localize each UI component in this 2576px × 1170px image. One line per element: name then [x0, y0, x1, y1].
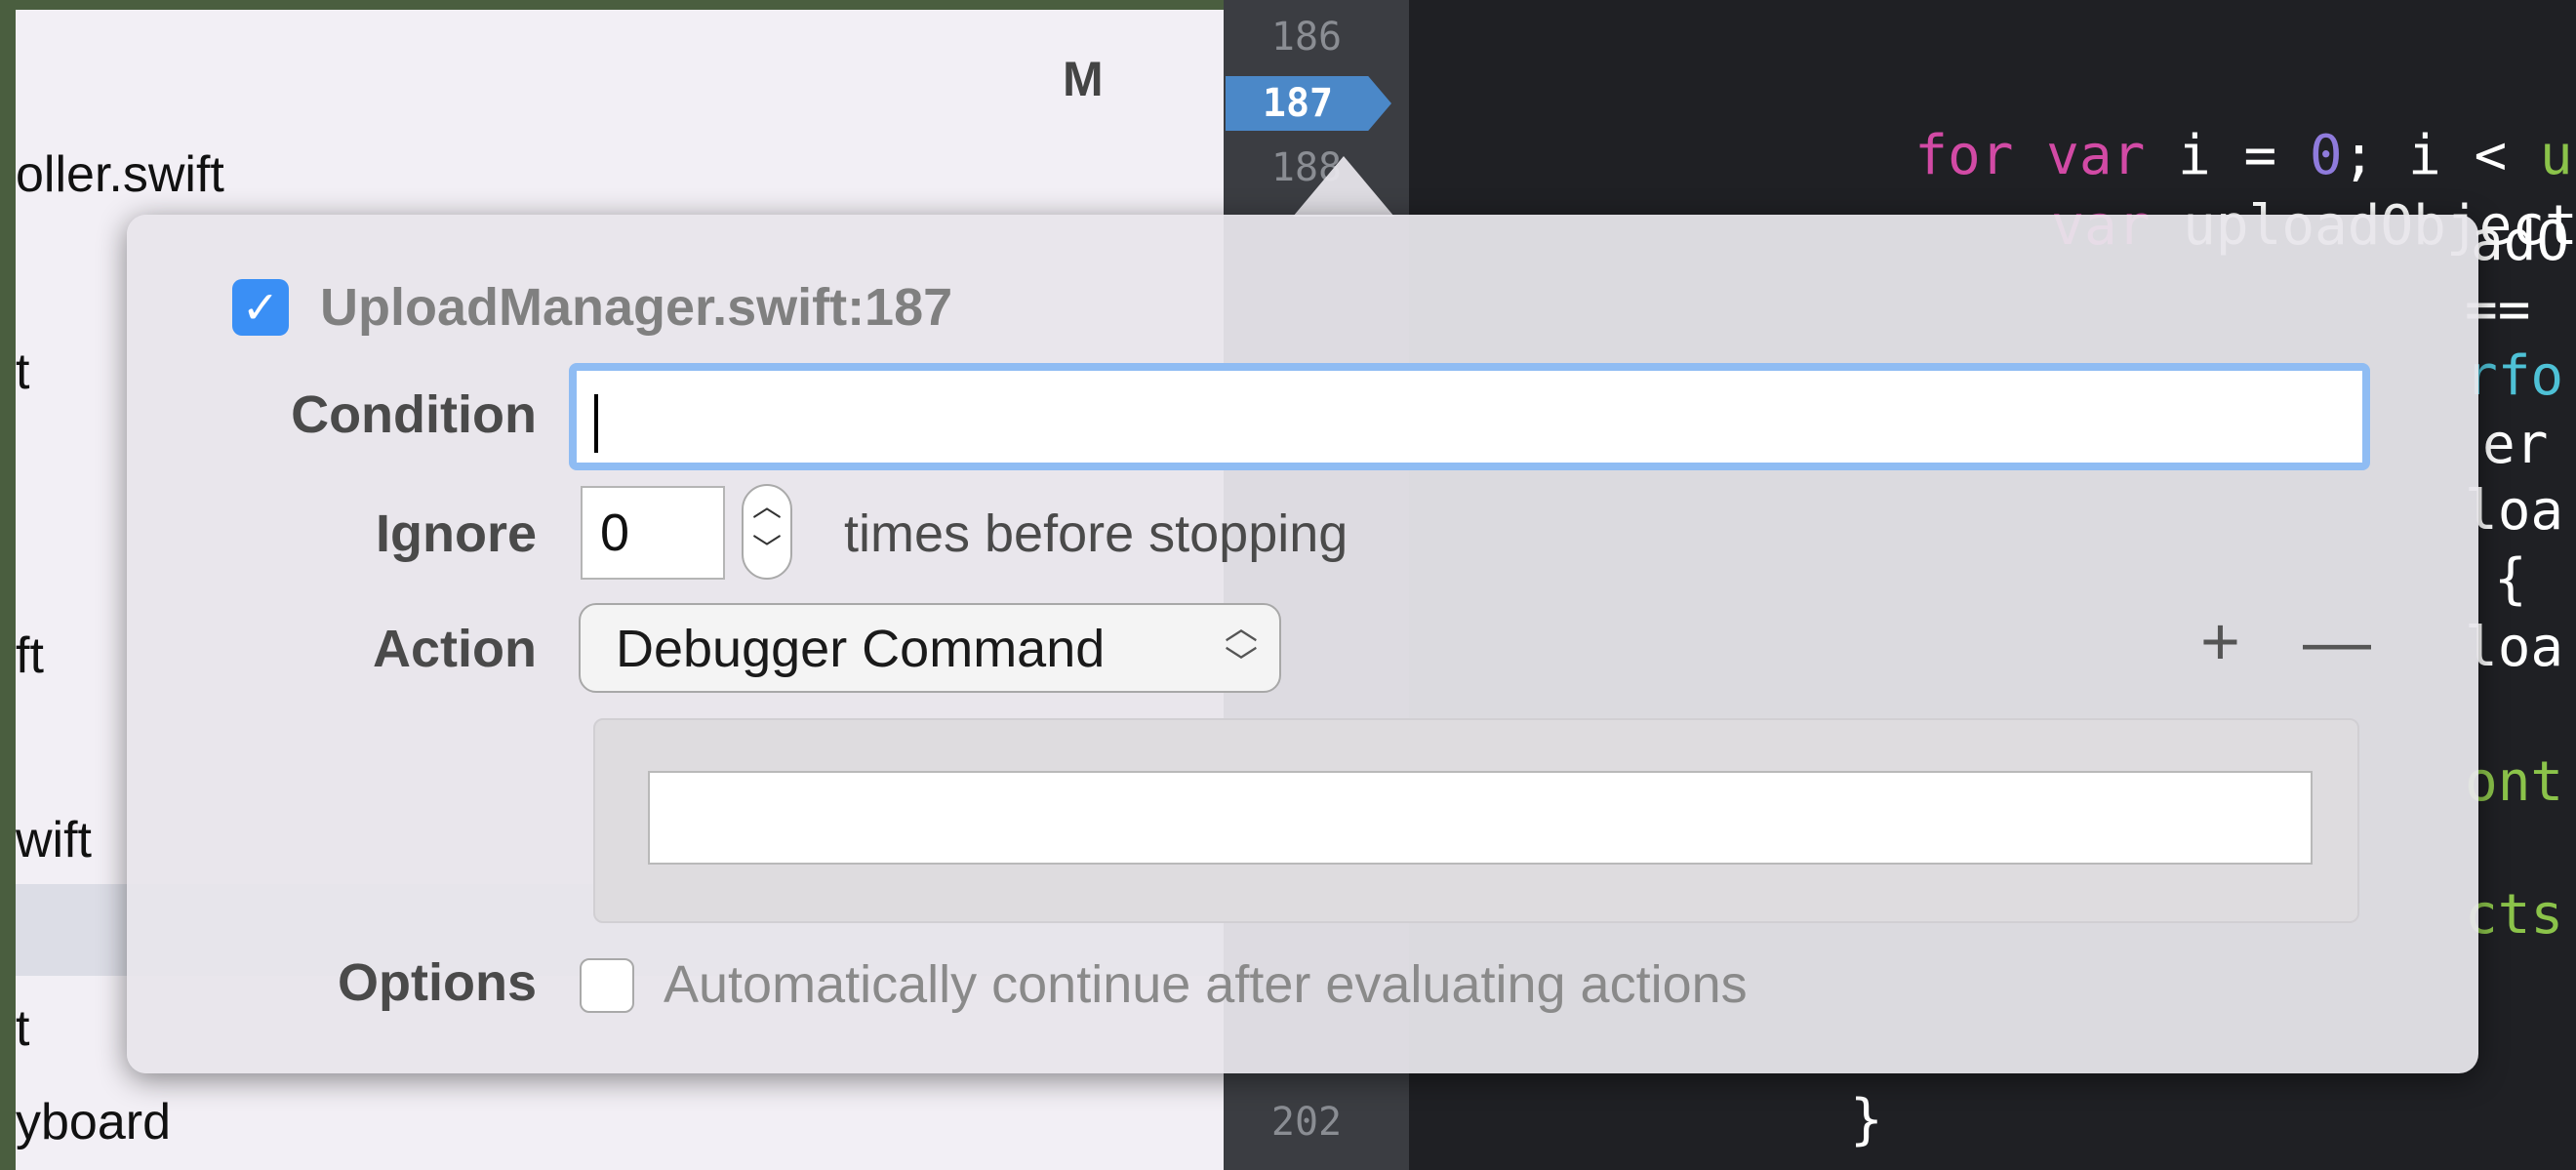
remove-action-button[interactable]: — — [2303, 607, 2371, 675]
auto-continue-text[interactable]: Automatically continue after evaluating … — [664, 958, 1748, 1011]
navigator-file-row[interactable]: oller.swift — [16, 149, 224, 200]
navigator-file-row[interactable]: t — [16, 346, 29, 397]
action-label: Action — [373, 620, 537, 678]
checkmark-icon: ✓ — [241, 282, 280, 333]
navigator-file-row[interactable]: wift — [16, 815, 92, 866]
breakpoint-marker[interactable]: 187 — [1226, 76, 1391, 131]
ignore-suffix-text: times before stopping — [844, 504, 1348, 563]
line-number: 186 — [1270, 15, 1343, 60]
breakpoint-enabled-checkbox[interactable]: ✓ — [232, 279, 289, 336]
condition-input[interactable] — [569, 363, 2370, 470]
breakpoint-line-number: 187 — [1262, 81, 1334, 126]
code-fragment: { — [2494, 547, 2527, 611]
navigator-file-row[interactable]: yboard — [16, 1097, 171, 1148]
breakpoint-title: UploadManager.swift:187 — [320, 278, 953, 337]
breakpoint-editor-popover: ✓ UploadManager.swift:187 Condition Igno… — [127, 215, 2478, 1073]
code-fragment: loa — [2465, 479, 2564, 543]
text-caret — [594, 394, 598, 453]
code-brace: } — [1850, 1088, 1883, 1151]
action-select-value: Debugger Command — [616, 620, 1106, 678]
stepper-up-icon[interactable]: ︿ — [744, 486, 790, 529]
stepper-down-icon[interactable]: ﹀ — [744, 529, 790, 572]
source-control-badge: M — [1063, 52, 1104, 106]
action-type-select[interactable]: Debugger Command ︿ ﹀ — [579, 603, 1281, 693]
options-label: Options — [338, 953, 537, 1012]
xcode-window: M oller.swift t ft wift t yboard 186 188… — [0, 0, 2576, 1170]
code-fragment: cts — [2465, 883, 2564, 947]
navigator-file-row[interactable]: ft — [16, 630, 44, 681]
condition-label: Condition — [291, 385, 537, 444]
code-fragment: er — [2482, 413, 2549, 476]
action-panel — [593, 718, 2359, 923]
code-fragment: adO — [2471, 210, 2570, 273]
ignore-count-input[interactable]: 0 — [581, 486, 725, 580]
debugger-command-input[interactable] — [648, 771, 2313, 865]
auto-continue-checkbox[interactable] — [580, 958, 634, 1013]
code-fragment: rfo — [2465, 344, 2564, 408]
popover-arrow — [1293, 156, 1394, 217]
select-arrows-icon: ︿ ﹀ — [1225, 610, 1258, 682]
navigator-file-row[interactable]: t — [16, 1003, 29, 1054]
ignore-count-stepper[interactable]: ︿ ﹀ — [742, 484, 792, 580]
code-fragment: loa — [2465, 616, 2564, 679]
add-action-button[interactable]: + — [2200, 607, 2240, 675]
code-fragment: ont — [2465, 750, 2564, 814]
line-number: 202 — [1270, 1100, 1343, 1145]
ignore-label: Ignore — [375, 504, 537, 563]
